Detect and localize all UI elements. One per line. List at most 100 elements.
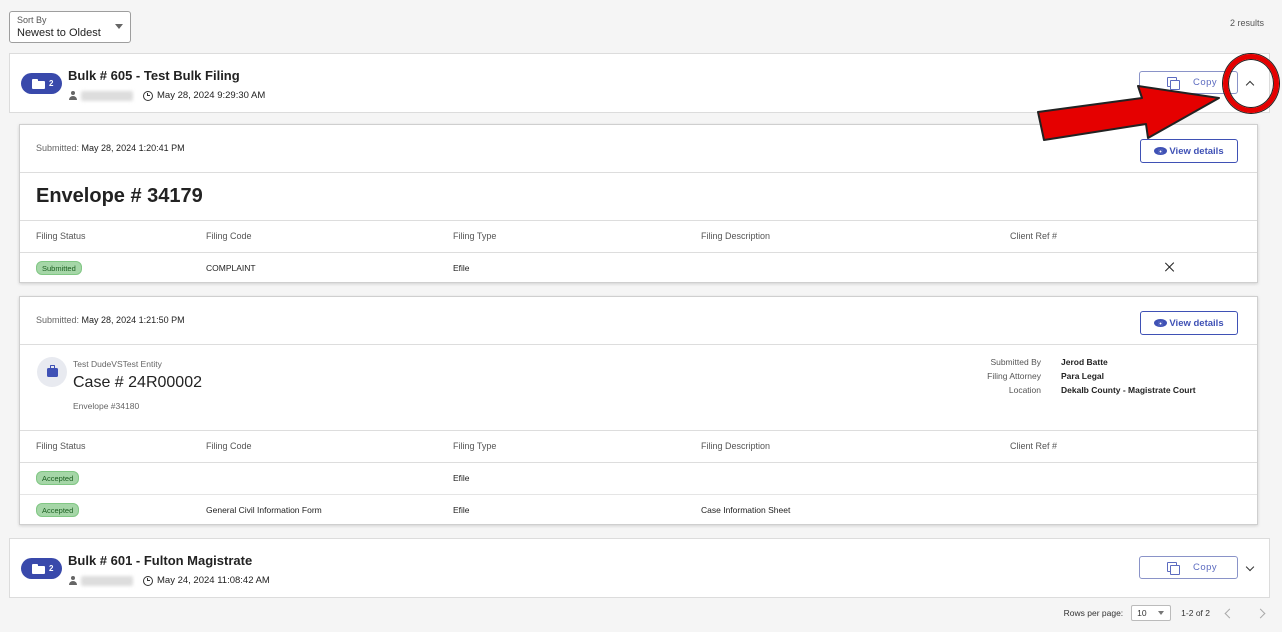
column-header: Filing Status (20, 431, 206, 463)
case-info-block: Test DudeVSTest Entity Case # 24R00002 E… (20, 345, 1257, 431)
column-header: Filing Type (453, 221, 701, 253)
status-badge: Submitted (36, 261, 82, 276)
filing-type: Efile (453, 462, 701, 495)
column-header: Client Ref # (1010, 431, 1150, 463)
envelope-header: Submitted: May 28, 2024 1:21:50 PM View … (20, 297, 1257, 345)
envelope-card: Submitted: May 28, 2024 1:20:41 PM View … (19, 124, 1258, 283)
person-icon (68, 91, 77, 100)
filing-description (701, 462, 1010, 495)
status-badge: Accepted (36, 471, 80, 485)
case-details: Submitted By Jerod Batte Filing Attorney… (987, 357, 1201, 395)
highlight-circle-annotation (1223, 54, 1279, 113)
table-row: Accepted General Civil Information Form … (20, 494, 1257, 526)
person-icon (68, 576, 77, 585)
submitted-value: May 28, 2024 1:21:50 PM (81, 315, 185, 325)
submitted-by-value: Jerod Batte (1061, 357, 1108, 367)
location-label: Location (1008, 385, 1041, 395)
case-parties: Test DudeVSTest Entity (73, 359, 162, 369)
filing-code: General Civil Information Form (206, 505, 322, 516)
submitted-date: Submitted: May 28, 2024 1:20:41 PM (36, 143, 185, 153)
view-details-label: View details (1169, 145, 1224, 157)
submitted-date: Submitted: May 28, 2024 1:21:50 PM (36, 315, 185, 325)
filing-attorney-label: Filing Attorney (987, 371, 1041, 381)
red-arrow-annotation (1037, 85, 1220, 141)
client-ref (1010, 252, 1150, 284)
folder-count: 2 (49, 564, 54, 573)
chevron-down-icon[interactable] (1245, 562, 1255, 572)
column-header: Filing Code (206, 431, 453, 463)
case-number: Case # 24R00002 (73, 374, 202, 391)
folder-count-badge: 2 (21, 558, 62, 579)
status-badge: Accepted (36, 503, 80, 518)
copy-label: Copy (1193, 562, 1218, 573)
folder-icon (32, 563, 45, 574)
bulk-datetime: May 28, 2024 9:29:30 AM (157, 90, 266, 101)
table-row: Accepted Efile (20, 462, 1257, 495)
redacted-user-name (81, 575, 133, 586)
filings-table: Filing Status Filing Code Filing Type Fi… (20, 221, 1257, 284)
bulk-card: 2 Bulk # 601 - Fulton Magistrate May 24,… (9, 538, 1270, 598)
view-details-label: View details (1169, 317, 1224, 329)
case-avatar (37, 357, 67, 387)
filing-type: Efile (453, 505, 470, 516)
filing-description (701, 252, 1010, 284)
eye-icon (1154, 319, 1168, 327)
submitted-value: May 28, 2024 1:20:41 PM (81, 143, 185, 153)
column-header: Client Ref # (1010, 221, 1150, 253)
column-header-actions (1150, 221, 1257, 253)
filing-attorney-value: Para Legal (1061, 371, 1104, 381)
copy-icon (1167, 561, 1180, 575)
client-ref (1010, 494, 1150, 526)
clock-icon (143, 575, 153, 586)
previous-page-icon[interactable] (1224, 608, 1235, 618)
bulk-datetime: May 24, 2024 11:08:42 AM (157, 575, 270, 586)
filings-table: Filing Status Filing Code Filing Type Fi… (20, 431, 1257, 526)
rows-per-page-label: Rows per page: (1063, 608, 1124, 618)
folder-count: 2 (49, 79, 54, 88)
results-count: 2 results (1229, 18, 1264, 28)
sort-by-value: Newest to Oldest (17, 27, 101, 39)
filing-description: Case Information Sheet (701, 505, 791, 516)
pagination: Rows per page: 10 1-2 of 2 (1064, 604, 1282, 622)
column-header: Filing Status (20, 221, 206, 253)
envelope-title-block: Envelope # 34179 (20, 173, 1257, 221)
copy-button[interactable]: Copy (1139, 556, 1238, 579)
next-page-icon[interactable] (1255, 608, 1266, 618)
chevron-down-icon (115, 24, 123, 29)
redacted-user-name (81, 90, 133, 101)
bulk-title: Bulk # 601 - Fulton Magistrate (68, 553, 253, 568)
table-row: Submitted COMPLAINT Efile (20, 252, 1257, 284)
submitted-label: Submitted: (36, 143, 80, 153)
column-header: Filing Type (453, 431, 701, 463)
envelope-title: Envelope # 34179 (36, 185, 203, 207)
filing-code: COMPLAINT (206, 263, 256, 274)
close-icon[interactable] (1164, 262, 1174, 272)
folder-icon (32, 78, 45, 89)
briefcase-icon (46, 364, 58, 377)
page-range: 1-2 of 2 (1181, 608, 1210, 618)
table-header-row: Filing Status Filing Code Filing Type Fi… (20, 431, 1257, 463)
table-header-row: Filing Status Filing Code Filing Type Fi… (20, 221, 1257, 253)
bulk-title: Bulk # 605 - Test Bulk Filing (68, 68, 240, 83)
location-value: Dekalb County - Magistrate Court (1061, 385, 1196, 395)
bulk-meta: May 24, 2024 11:08:42 AM (68, 575, 270, 586)
envelope-reference: Envelope #34180 (73, 401, 140, 411)
column-header-actions (1150, 431, 1257, 463)
sort-by-select[interactable]: Sort By Newest to Oldest (9, 11, 131, 43)
sort-by-label: Sort By (17, 15, 47, 25)
filing-code (206, 462, 453, 495)
envelope-card: Submitted: May 28, 2024 1:21:50 PM View … (19, 296, 1258, 525)
client-ref (1010, 462, 1150, 495)
filing-type: Efile (453, 263, 470, 274)
eye-icon (1154, 147, 1168, 155)
bulk-meta: May 28, 2024 9:29:30 AM (68, 90, 265, 101)
column-header: Filing Code (206, 221, 453, 253)
submitted-label: Submitted: (36, 315, 80, 325)
view-details-button[interactable]: View details (1140, 311, 1238, 335)
folder-count-badge: 2 (21, 73, 62, 94)
rows-per-page-select[interactable]: 10 (1131, 605, 1172, 621)
bulk-header[interactable]: 2 Bulk # 601 - Fulton Magistrate May 24,… (10, 539, 1269, 598)
column-header: Filing Description (701, 431, 1010, 463)
column-header: Filing Description (701, 221, 1010, 253)
clock-icon (143, 90, 153, 101)
